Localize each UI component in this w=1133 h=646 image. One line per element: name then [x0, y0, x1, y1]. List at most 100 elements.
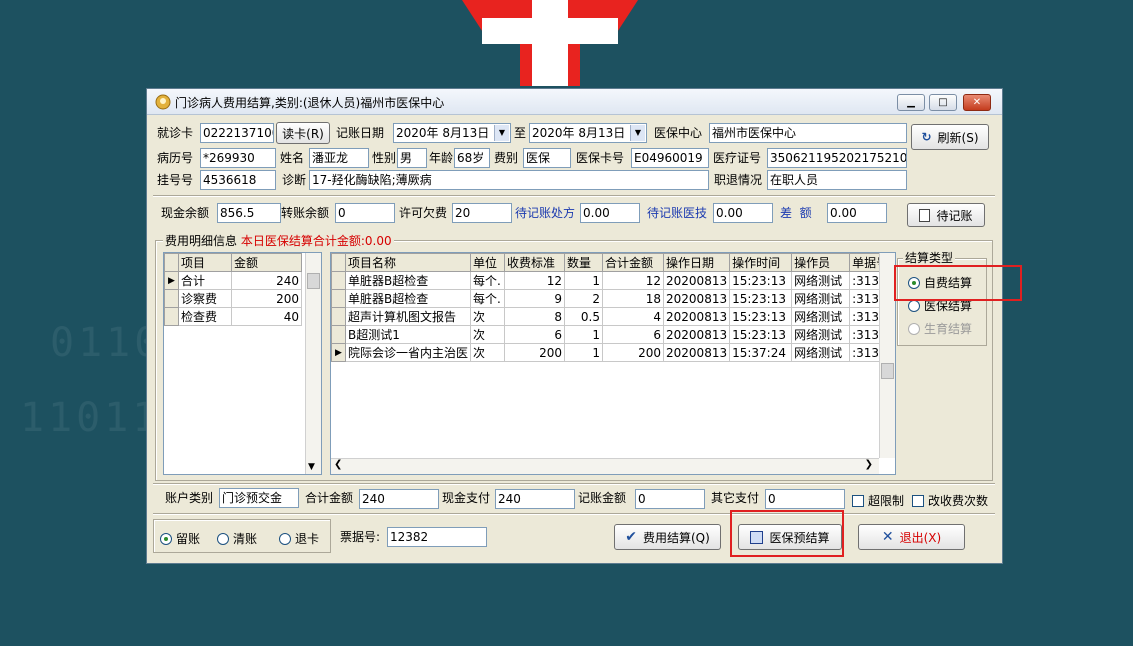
cash-pay-input[interactable]: 240: [495, 489, 575, 509]
return-card-radio[interactable]: 退卡: [279, 530, 319, 547]
table-row[interactable]: B超测试1 次 6 1 6 20200813 15:23:13 网络测试:3130: [331, 325, 891, 344]
chevron-down-icon[interactable]: ▼: [494, 125, 509, 141]
fee-detail-title: 费用明细信息: [165, 234, 238, 248]
chevron-right-icon[interactable]: ❯: [865, 459, 873, 470]
record-number-input[interactable]: *269930: [200, 148, 276, 168]
registration-input[interactable]: 4536618: [200, 170, 276, 190]
card-number-input[interactable]: 0222137100: [200, 123, 274, 143]
close-button[interactable]: ✕: [963, 94, 991, 111]
current-row-indicator-icon: ▶: [164, 271, 179, 290]
column-header[interactable]: 操作员: [791, 253, 851, 272]
over-limit-label: 超限制: [868, 494, 905, 508]
cell-time: 15:23:13: [729, 271, 793, 290]
column-header[interactable]: 数量: [564, 253, 604, 272]
account-amount-input[interactable]: 0: [635, 489, 705, 509]
chevron-down-icon[interactable]: ▼: [630, 125, 645, 141]
pending-prescription-input[interactable]: 0.00: [580, 203, 640, 223]
change-count-checkbox[interactable]: 改收费次数: [912, 492, 988, 509]
summary-grid[interactable]: 项目 金额 ▶ 合计 240 诊察费 200 检查费 40 ▼: [163, 252, 322, 475]
column-header[interactable]: 操作时间: [729, 253, 793, 272]
column-header[interactable]: 项目名称: [344, 253, 472, 272]
refresh-button[interactable]: ↻ 刷新(S): [911, 124, 989, 150]
radio-icon: [908, 299, 920, 312]
title-bar[interactable]: 门诊病人费用结算,类别:(退休人员)福州市医保中心 ▁ □ ✕: [147, 89, 1002, 115]
today-total-text: 本日医保结算合计金额:0.00: [240, 234, 392, 248]
table-row[interactable]: 超声计算机图文报告次 8 0.5 4 20200813 15:23:13 网络测试:3130: [331, 307, 891, 326]
job-status-input[interactable]: 在职人员: [767, 170, 907, 190]
job-status-label: 职退情况: [714, 173, 763, 187]
cell-op: 网络测试: [791, 271, 851, 290]
column-header[interactable]: 收费标准: [504, 253, 566, 272]
cell-unit: 次: [470, 343, 506, 362]
summary-header-item[interactable]: 项目: [178, 253, 232, 272]
diagnosis-input[interactable]: 17-羟化酶缺陷;薄厥病: [309, 170, 709, 190]
sex-input[interactable]: 男: [397, 148, 427, 168]
transfer-balance-label: 转账余额: [281, 206, 330, 220]
row-indicator: [331, 289, 346, 308]
summary-item: 检查费: [178, 307, 232, 326]
keep-account-radio[interactable]: 留账: [160, 530, 200, 547]
cell-time: 15:37:24: [729, 343, 793, 362]
patient-name-input[interactable]: 潘亚龙: [309, 148, 369, 168]
cell-qty: 1: [564, 343, 604, 362]
pending-prescription-label: 待记账处方: [515, 206, 576, 220]
fee-settle-button[interactable]: ✔ 费用结算(Q): [614, 524, 721, 550]
summary-header-amount[interactable]: 金额: [231, 253, 302, 272]
cash-balance-input[interactable]: 856.5: [217, 203, 281, 223]
detail-vertical-scrollbar[interactable]: [879, 253, 895, 458]
keep-account-label: 留账: [176, 532, 201, 546]
cell-date: 20200813: [663, 343, 731, 362]
summary-amount: 240: [231, 271, 302, 290]
settle-maternity-radio[interactable]: 生育结算: [908, 320, 972, 337]
transfer-balance-input[interactable]: 0: [335, 203, 395, 223]
highlight-box-settle-type: [894, 265, 1022, 301]
detail-horizontal-scrollbar[interactable]: ❮ ❯: [331, 458, 879, 474]
change-count-label: 改收费次数: [928, 494, 989, 508]
over-limit-checkbox[interactable]: 超限制: [852, 492, 904, 509]
app-icon: [155, 94, 171, 110]
pending-account-button[interactable]: 待记账: [907, 203, 985, 227]
summary-vertical-scrollbar[interactable]: ▼: [305, 253, 321, 474]
table-row[interactable]: 诊察费 200: [164, 289, 302, 308]
table-row[interactable]: ▶ 院际会诊一省内主治医次 200 1 200 20200813 15:37:24 网络测试:…: [331, 343, 891, 362]
date-from-select[interactable]: 2020年 8月13日 ▼: [393, 123, 511, 143]
other-pay-input[interactable]: 0: [765, 489, 845, 509]
ticket-number-label: 票据号:: [340, 530, 381, 544]
allowed-debt-input[interactable]: 20: [452, 203, 512, 223]
summary-item: 合计: [178, 271, 232, 290]
table-row[interactable]: 检查费 40: [164, 307, 302, 326]
insurance-card-input[interactable]: E04960019: [631, 148, 709, 168]
pending-tech-input[interactable]: 0.00: [713, 203, 773, 223]
read-card-button[interactable]: 读卡(R): [276, 122, 330, 144]
scroll-thumb[interactable]: [881, 363, 894, 379]
chevron-left-icon[interactable]: ❮: [334, 459, 342, 470]
row-indicator: [164, 307, 179, 326]
fee-type-input[interactable]: 医保: [523, 148, 571, 168]
column-header[interactable]: 操作日期: [663, 253, 731, 272]
center-input[interactable]: 福州市医保中心: [709, 123, 907, 143]
total-amount-input[interactable]: 240: [359, 489, 439, 509]
table-row[interactable]: ▶ 合计 240: [164, 271, 302, 290]
cell-op: 网络测试: [791, 343, 851, 362]
exit-label: 退出(X): [899, 530, 942, 545]
account-type-input[interactable]: 门诊预交金: [219, 488, 299, 508]
column-header[interactable]: 合计金额: [602, 253, 665, 272]
table-row[interactable]: 单脏器B超检查 每个. 12 1 12 20200813 15:23:13 网络测试:3130: [331, 271, 891, 290]
medical-cert-input[interactable]: 350621195202175210: [767, 148, 907, 168]
table-row[interactable]: 单脏器B超检查 每个. 9 2 18 20200813 15:23:13 网络测试:3130: [331, 289, 891, 308]
column-header[interactable]: 单位: [470, 253, 506, 272]
cell-price: 6: [504, 325, 566, 344]
exit-button[interactable]: ✕ 退出(X): [858, 524, 965, 550]
cell-qty: 0.5: [564, 307, 604, 326]
age-input[interactable]: 68岁: [454, 148, 490, 168]
maximize-button[interactable]: □: [929, 94, 957, 111]
clear-account-radio[interactable]: 清账: [217, 530, 257, 547]
scroll-thumb[interactable]: [307, 273, 320, 289]
chevron-down-icon[interactable]: ▼: [308, 462, 315, 472]
difference-input[interactable]: 0.00: [827, 203, 887, 223]
summary-amount: 40: [231, 307, 302, 326]
detail-grid[interactable]: 项目名称 单位 收费标准 数量 合计金额 操作日期 操作时间 操作员 单据号 单…: [330, 252, 896, 475]
ticket-number-input[interactable]: 12382: [387, 527, 487, 547]
date-to-select[interactable]: 2020年 8月13日 ▼: [529, 123, 647, 143]
minimize-button[interactable]: ▁: [897, 94, 925, 111]
